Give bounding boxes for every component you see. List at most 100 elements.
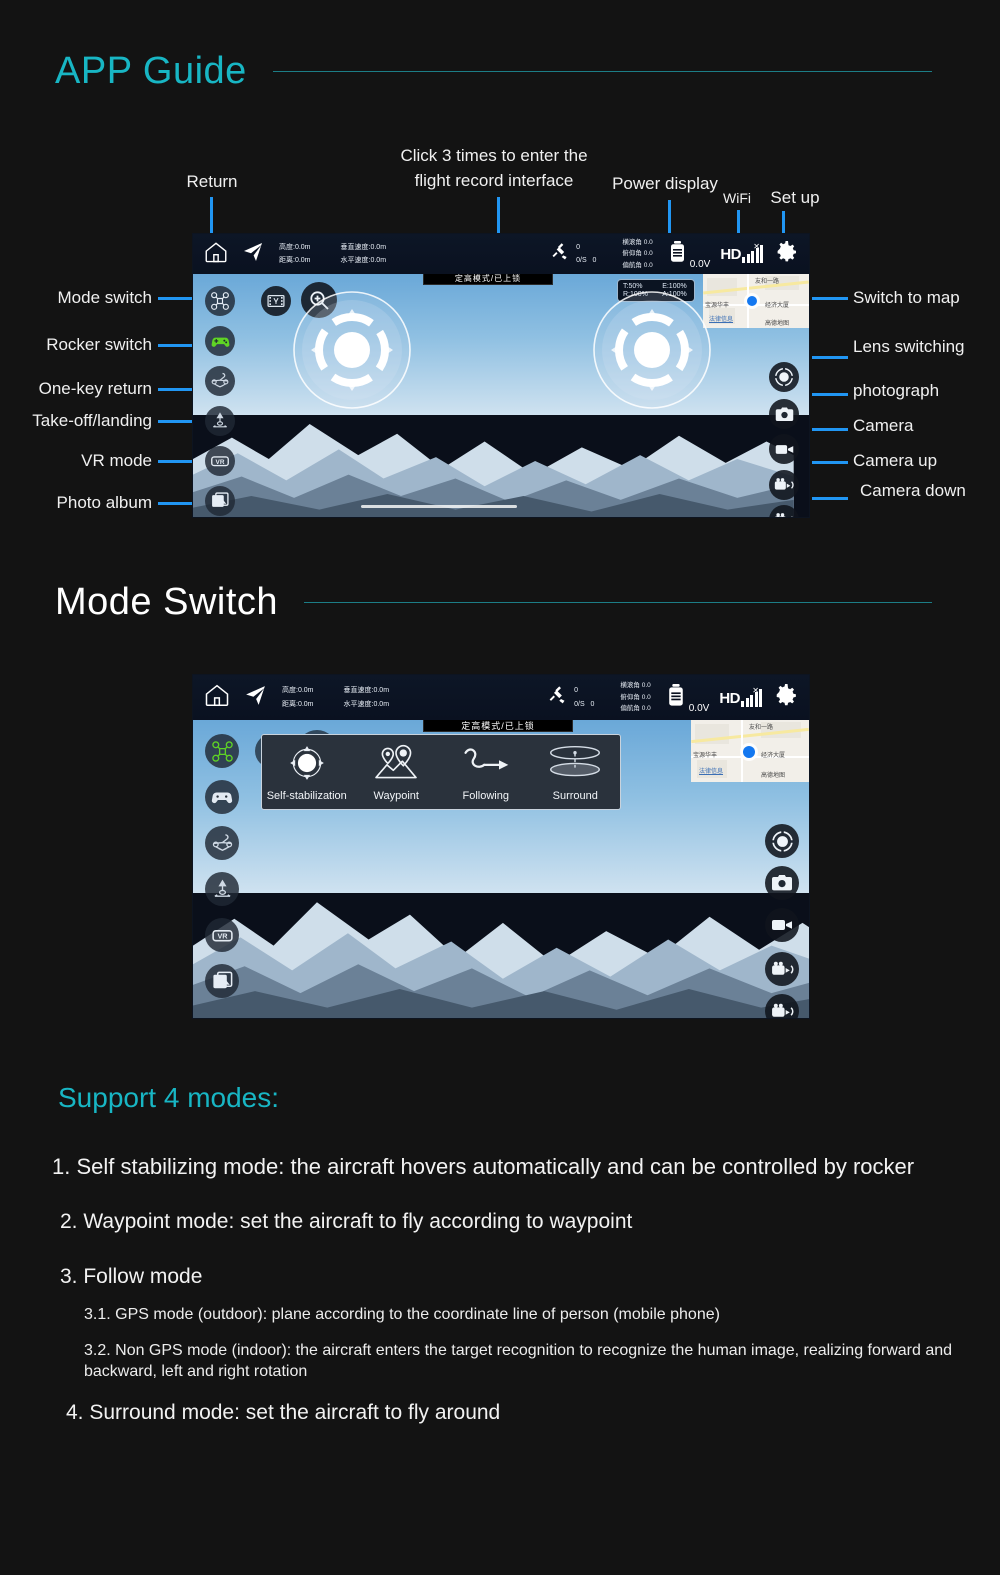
camera-up-button[interactable] (765, 952, 799, 986)
mode-option-self-stabilization[interactable]: Self-stabilization (262, 735, 352, 809)
satellite-group: 0 0/S 0 (550, 241, 596, 268)
annotation-rocker-switch: Rocker switch (46, 335, 152, 354)
left-joystick[interactable] (291, 289, 413, 411)
map-label-provider: 高德地图 (761, 773, 786, 779)
status-bar-2: 高度:0.0m 距离:0.0m 垂直速度:0.0m 水平速度:0.0m 0 0/… (193, 675, 809, 720)
gear-icon[interactable] (774, 683, 799, 713)
camera-view[interactable]: 定高模式/已上锁 T:50% E:100% R:100% A:100% 友和一路… (193, 274, 809, 517)
status-bar: 高度:0.0m 距离:0.0m 垂直速度:0.0m 水平速度:0.0m 0 0/… (193, 234, 809, 274)
app-guide-heading: APP Guide (55, 52, 932, 90)
paper-plane-icon[interactable] (243, 683, 268, 713)
sat-label: 0/S (574, 700, 585, 708)
leader-camera-down (812, 497, 848, 500)
camera-button[interactable] (765, 908, 799, 942)
gear-icon[interactable] (775, 240, 799, 269)
camera-up-button[interactable] (769, 470, 799, 500)
leader-rocker-switch (158, 344, 194, 347)
mode-item-1: 1. Self stabilizing mode: the aircraft h… (52, 1154, 915, 1179)
home-icon[interactable] (203, 681, 231, 714)
drone-icon (211, 292, 229, 310)
app-screenshot-main[interactable]: 高度:0.0m 距离:0.0m 垂直速度:0.0m 水平速度:0.0m 0 0/… (192, 233, 810, 518)
photograph-button[interactable] (769, 399, 799, 429)
map-label-legal[interactable]: 法律信息 (699, 766, 723, 775)
lens-switching-button[interactable] (765, 824, 799, 858)
map-pins-icon (372, 741, 420, 785)
app-screenshot-mode-switch[interactable]: 高度:0.0m 距离:0.0m 垂直速度:0.0m 水平速度:0.0m 0 0/… (192, 674, 810, 1019)
photograph-button[interactable] (765, 866, 799, 900)
pitch-value: 俯仰角 0.0 (622, 250, 653, 258)
camera-button[interactable] (769, 434, 799, 464)
camera-down-button[interactable] (765, 994, 799, 1018)
satellite-icon (547, 685, 568, 711)
leader-switch-to-map (812, 297, 848, 300)
mini-map[interactable]: 友和一路 宝源华丰 经济大厦 法律信息 高德地图 (691, 720, 809, 782)
distance-value: 距离:0.0m (282, 700, 314, 708)
mode-switch-heading: Mode Switch (55, 583, 932, 621)
vr-icon: VR (211, 929, 233, 941)
vertical-speed-value: 垂直速度:0.0m (343, 687, 390, 695)
map-label-top: 友和一路 (749, 725, 774, 731)
map-label-top: 友和一路 (755, 279, 780, 285)
drone-icon (211, 740, 233, 762)
photo-album-icon (212, 971, 232, 988)
paper-plane-icon[interactable] (241, 240, 265, 269)
camera-view-2[interactable]: 定高模式/已上锁 友和一路 宝源华丰 经济大厦 法律信息 高德地图 VR Sel… (193, 720, 809, 1018)
film-strip-icon (267, 294, 285, 308)
photo-album-button[interactable] (205, 486, 235, 516)
home-icon[interactable] (203, 239, 229, 270)
camera-down-icon (775, 513, 793, 517)
one-key-return-button[interactable] (205, 366, 235, 396)
mode-option-following[interactable]: Following (441, 735, 531, 809)
video-camera-icon (772, 920, 792, 930)
leader-camera-up (812, 461, 848, 464)
map-label-right: 经济大厦 (765, 303, 790, 309)
takeoff-landing-button[interactable] (205, 406, 235, 436)
curved-arrow-icon (460, 741, 512, 785)
mode-option-waypoint[interactable]: Waypoint (352, 735, 442, 809)
yaw-value: 偏航角 0.0 (622, 261, 653, 269)
rocker-switch-button[interactable] (205, 780, 239, 814)
rocker-switch-button[interactable] (205, 326, 235, 356)
current-location-dot (743, 746, 755, 758)
takeoff-icon (213, 879, 231, 897)
map-label-right: 经济大厦 (761, 753, 786, 759)
takeoff-landing-button[interactable] (205, 872, 239, 906)
annotation-switch-to-map: Switch to map (853, 288, 960, 307)
leader-return (210, 197, 213, 234)
svg-text:VR: VR (216, 459, 225, 466)
flight-metrics-1: 高度:0.0m 距离:0.0m (282, 684, 314, 711)
battery-group: 0.0V (665, 683, 710, 714)
annotation-photo-album: Photo album (56, 493, 152, 512)
mini-map[interactable]: 友和一路 宝源华丰 经济大厦 法律信息 高德地图 (703, 274, 809, 328)
annotation-camera-up: Camera up (853, 451, 938, 470)
mode-option-label: Self-stabilization (266, 790, 347, 802)
mv-button[interactable] (261, 286, 291, 316)
mode-selection-popup[interactable]: Self-stabilization Waypoint Following Su… (261, 734, 621, 810)
signal-x-marker: ✕ (753, 242, 760, 251)
roll-value: 横滚角 0.0 (620, 682, 651, 690)
leader-vr-mode (158, 460, 194, 463)
lens-switching-button[interactable] (769, 362, 799, 392)
mode-switch-button[interactable] (205, 286, 235, 316)
altitude-value: 高度:0.0m (279, 243, 311, 251)
video-camera-icon (775, 444, 793, 454)
photo-album-button[interactable] (205, 964, 239, 998)
voltage-value: 0.0V (688, 702, 710, 714)
camera-up-icon (774, 478, 794, 490)
right-joystick[interactable] (591, 289, 713, 411)
vr-mode-button[interactable]: VR (205, 918, 239, 952)
horizontal-speed-value: 水平速度:0.0m (343, 700, 390, 708)
annotation-power-display: Power display (612, 174, 718, 193)
home-indicator (361, 505, 517, 508)
return-home-icon (211, 372, 229, 388)
signal-group: HD ✕ (720, 242, 763, 263)
satellite-counts: 0 0/S 0 (574, 684, 594, 711)
vr-mode-button[interactable]: VR (205, 446, 235, 476)
battery-icon (665, 683, 688, 713)
svg-text:VR: VR (217, 931, 228, 940)
one-key-return-button[interactable] (205, 826, 239, 860)
mode-switch-button[interactable] (205, 734, 239, 768)
mode-item-3-2: 3.2. Non GPS mode (indoor): the aircraft… (84, 1341, 953, 1381)
mode-item-2: 2. Waypoint mode: set the aircraft to fl… (60, 1210, 633, 1234)
mode-option-surround[interactable]: Surround (531, 735, 621, 809)
